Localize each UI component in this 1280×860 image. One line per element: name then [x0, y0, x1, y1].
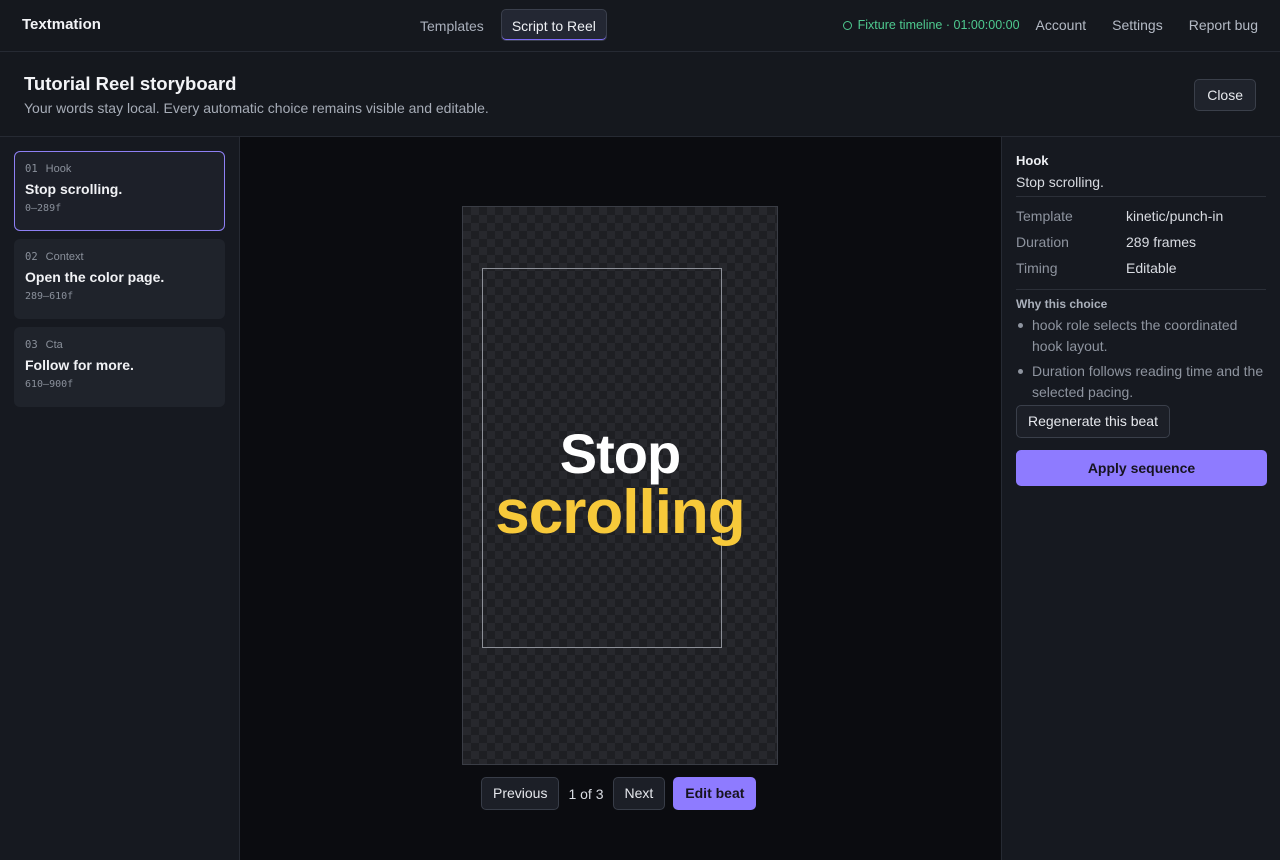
tab-script-to-reel[interactable]: Script to Reel [500, 9, 607, 41]
beat-role: Hook [45, 163, 72, 175]
beat-range: 610–900f [25, 379, 74, 390]
beat-meta: 02 Context [25, 251, 214, 263]
page-subtitle: Your words stay local. Every automatic c… [24, 100, 489, 116]
beat-title: Open the color page. [25, 269, 165, 285]
pager-count: 1 of 3 [568, 785, 604, 802]
page-header: Tutorial Reel storyboard Your words stay… [0, 52, 1280, 137]
tab-templates[interactable]: Templates [409, 9, 495, 41]
prop-key: Timing [1016, 260, 1058, 276]
settings-link[interactable]: Settings [1112, 17, 1163, 33]
nav-right: Fixture timeline · 01:00:00:00 Account S… [842, 17, 1258, 33]
edit-beat-button[interactable]: Edit beat [673, 777, 757, 810]
status-circle-icon [842, 20, 852, 30]
next-button[interactable]: Next [612, 777, 666, 810]
prop-key: Template [1016, 208, 1073, 224]
beat-role: Context [45, 251, 84, 263]
beat-meta: 01 Hook [25, 163, 214, 175]
previous-button[interactable]: Previous [481, 777, 560, 810]
prop-value: 289 frames [1126, 234, 1197, 250]
prop-duration: Duration 289 frames [1016, 229, 1266, 255]
inspector-props: Template kinetic/punch-in Duration 289 f… [1016, 203, 1266, 290]
account-link[interactable]: Account [1036, 17, 1087, 33]
beat-list: 01 Hook Stop scrolling. 0–289f 02 Contex… [0, 137, 240, 860]
why-item: hook role selects the coordinated hook l… [1018, 315, 1266, 357]
top-tabs: Templates Script to Reel [409, 9, 607, 41]
beat-role: Cta [45, 339, 63, 351]
inspector-text: Stop scrolling. [1016, 174, 1266, 197]
preview-area: Stop scrolling Previous 1 of 3 Next Edit… [240, 137, 1001, 860]
why-list: hook role selects the coordinated hook l… [1016, 315, 1266, 403]
beat-title: Follow for more. [25, 357, 134, 373]
prop-value: kinetic/punch-in [1126, 208, 1224, 224]
inspector-role: Hook [1016, 153, 1049, 168]
apply-sequence-button[interactable]: Apply sequence [1016, 450, 1267, 486]
beat-number: 02 [25, 251, 38, 263]
beat-pager: Previous 1 of 3 Next Edit beat [481, 777, 757, 810]
beat-meta: 03 Cta [25, 339, 214, 351]
regenerate-beat-button[interactable]: Regenerate this beat [1016, 405, 1170, 438]
beat-card-cta[interactable]: 03 Cta Follow for more. 610–900f [14, 327, 225, 407]
close-button[interactable]: Close [1194, 79, 1256, 111]
timeline-status-text: Fixture timeline · 01:00:00:00 [857, 18, 1020, 32]
beat-title: Stop scrolling. [25, 181, 123, 197]
beat-card-context[interactable]: 02 Context Open the color page. 289–610f [14, 239, 225, 319]
beat-range: 0–289f [25, 203, 62, 214]
why-item: Duration follows reading time and the se… [1018, 361, 1266, 403]
why-title: Why this choice [1016, 297, 1108, 311]
beat-range: 289–610f [25, 291, 74, 302]
prop-key: Duration [1016, 234, 1069, 250]
preview-line-2: scrolling [495, 478, 745, 547]
report-bug-link[interactable]: Report bug [1189, 17, 1258, 33]
timeline-status: Fixture timeline · 01:00:00:00 [842, 18, 1020, 32]
prop-timing: Timing Editable [1016, 255, 1266, 281]
beat-number: 01 [25, 163, 38, 175]
page-title: Tutorial Reel storyboard [24, 73, 237, 94]
inspector-panel: Hook Stop scrolling. Template kinetic/pu… [1001, 137, 1280, 860]
top-bar: Textmation Templates Script to Reel Fixt… [0, 0, 1280, 52]
beat-card-hook[interactable]: 01 Hook Stop scrolling. 0–289f [14, 151, 225, 231]
app-brand: Textmation [22, 16, 101, 33]
reel-preview-canvas[interactable]: Stop scrolling [462, 206, 778, 765]
prop-value: Editable [1126, 260, 1177, 276]
beat-number: 03 [25, 339, 38, 351]
prop-template: Template kinetic/punch-in [1016, 203, 1266, 229]
